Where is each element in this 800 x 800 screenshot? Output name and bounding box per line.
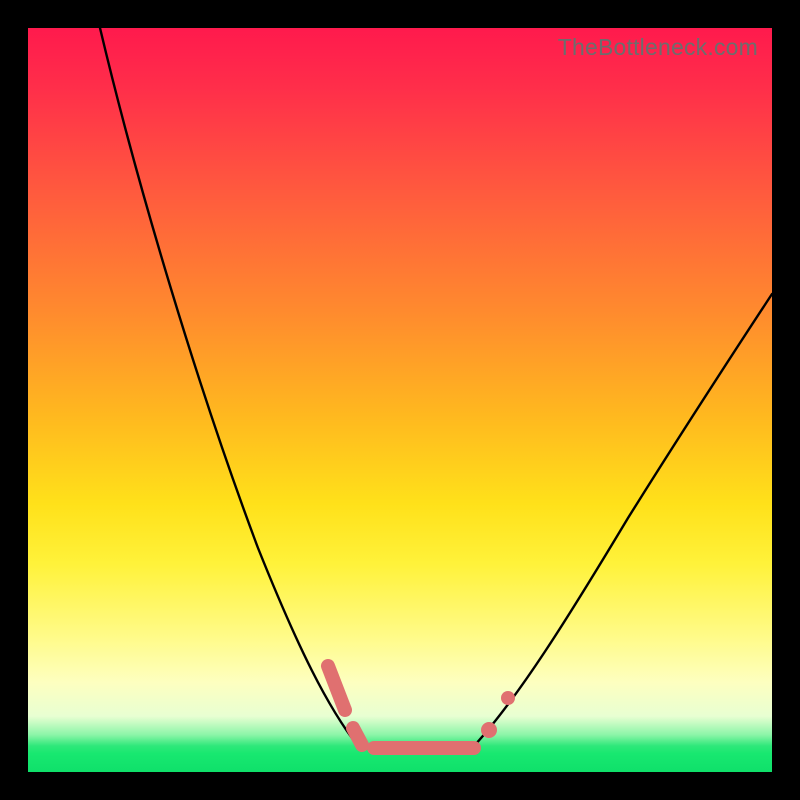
plot-area: TheBottleneck.com: [28, 28, 772, 772]
curve-layer: [28, 28, 772, 772]
left-curve: [100, 28, 358, 746]
right-curve: [474, 294, 772, 746]
ascent-marker-1: [481, 722, 497, 738]
chart-frame: TheBottleneck.com: [0, 0, 800, 800]
ascent-marker-2: [501, 691, 515, 705]
left-valley-seg-2: [353, 728, 362, 745]
